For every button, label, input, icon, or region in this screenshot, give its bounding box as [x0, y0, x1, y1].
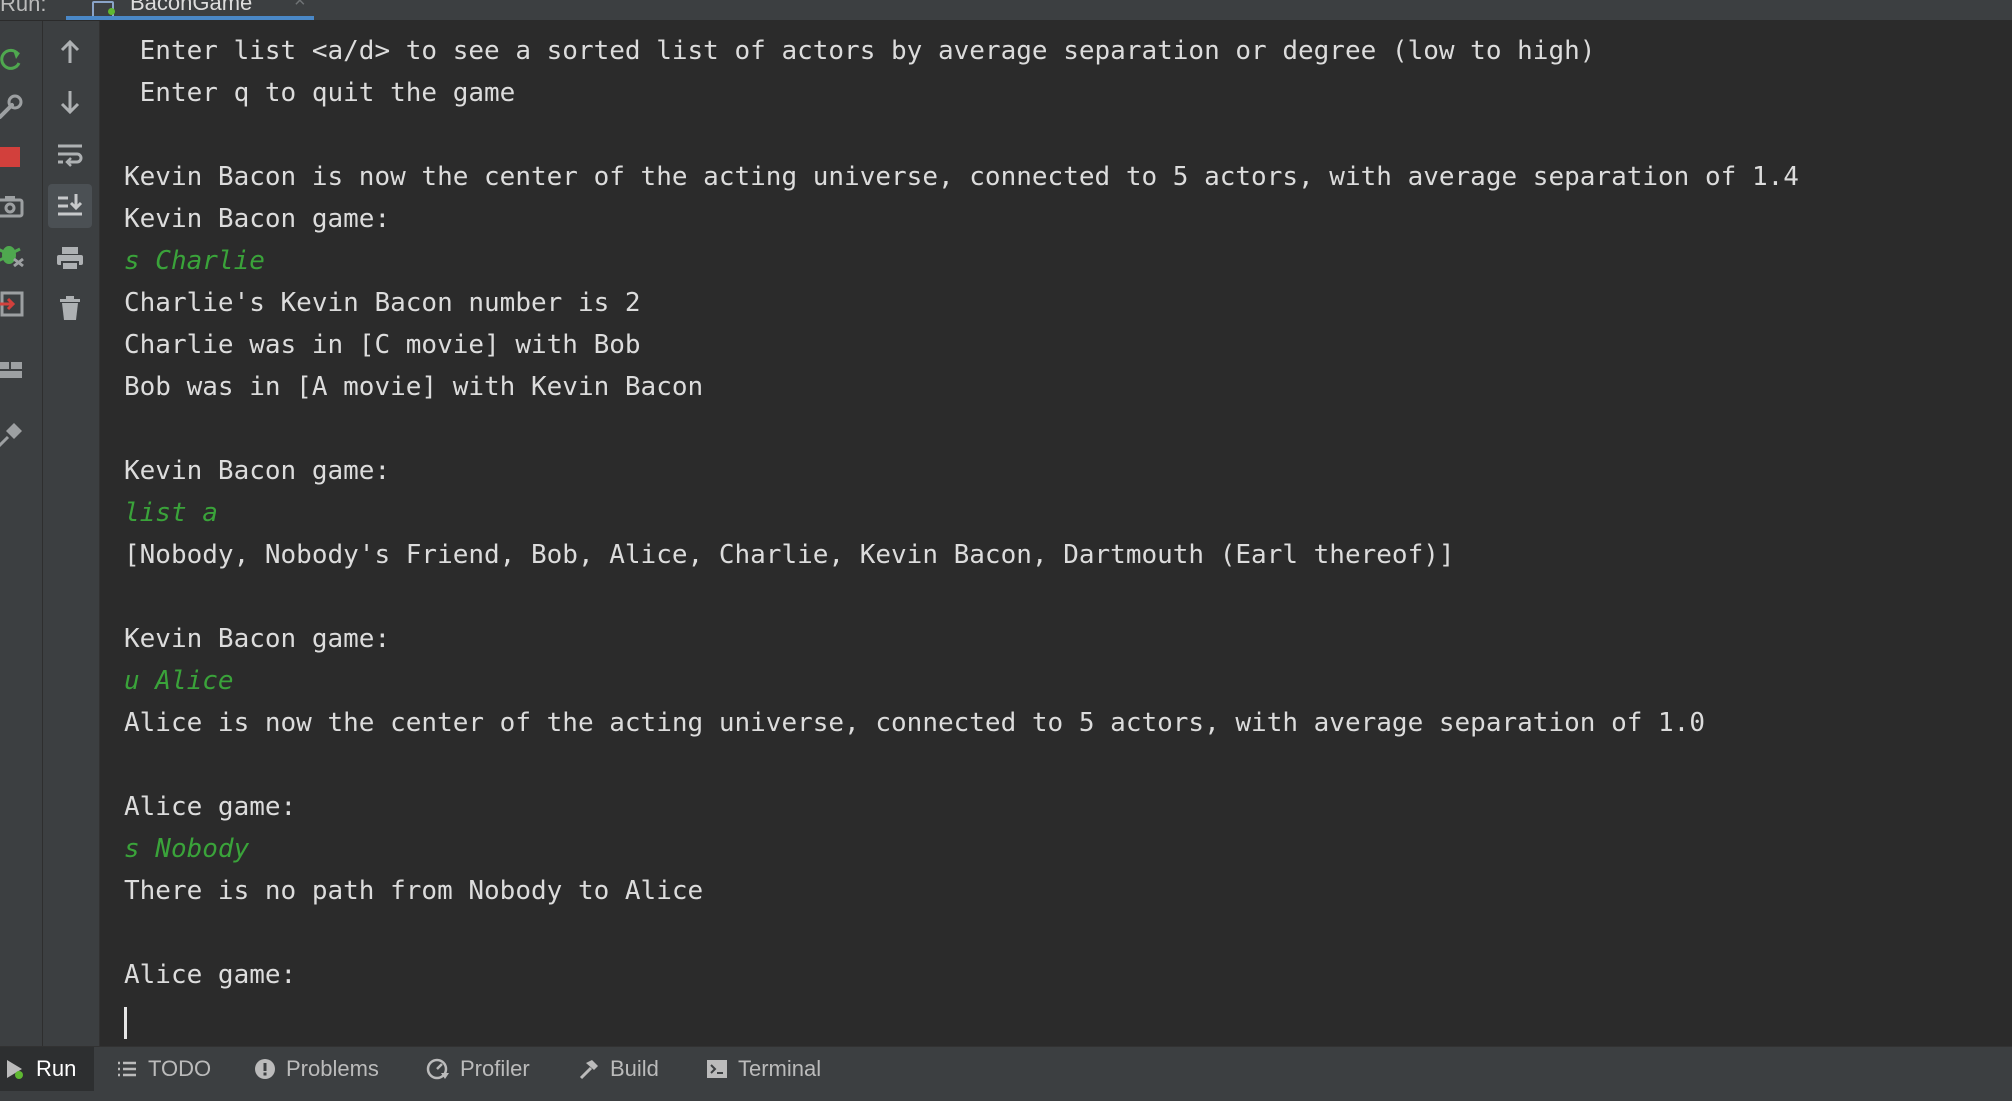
- console-toolbar: [43, 21, 100, 1046]
- hammer-icon: [578, 1058, 600, 1080]
- tool-window-problems[interactable]: Problems: [254, 1047, 379, 1091]
- print-icon[interactable]: [55, 243, 85, 273]
- terminal-icon: [706, 1058, 728, 1080]
- run-icon: [4, 1058, 26, 1080]
- tab-bacongame[interactable]: BaconGame ×: [66, 0, 314, 20]
- arrow-up-icon[interactable]: [55, 37, 85, 67]
- profiler-icon: [426, 1057, 450, 1081]
- tool-window-build-label: Build: [610, 1056, 659, 1081]
- console-input-line: s Nobody: [124, 834, 250, 864]
- console-output-line: Charlie's Kevin Bacon number is 2: [124, 288, 641, 318]
- debug-icon[interactable]: [0, 239, 26, 269]
- console-input-line: u Alice: [124, 666, 234, 696]
- scroll-to-end-icon[interactable]: [48, 184, 92, 228]
- console-output-line: Enter s <actor> to see how an actor can …: [124, 21, 1267, 25]
- pin-icon[interactable]: [0, 419, 26, 449]
- console-input-line: list a: [124, 498, 218, 528]
- problems-icon: [254, 1058, 276, 1080]
- console-output-line: Alice game:: [124, 792, 297, 822]
- console-output-line: Enter list <a/d> to see a sorted list of…: [124, 36, 1596, 66]
- tool-window-problems-label: Problems: [286, 1056, 379, 1081]
- arrow-down-icon[interactable]: [55, 87, 85, 117]
- console-input-line: s Charlie: [124, 246, 265, 276]
- stop-icon[interactable]: [0, 141, 26, 171]
- console-output-line: Alice is now the center of the acting un…: [124, 708, 1705, 738]
- console-output-line: [Nobody, Nobody's Friend, Bob, Alice, Ch…: [124, 540, 1455, 570]
- text-cursor: [124, 1007, 127, 1039]
- tool-window-todo-label: TODO: [148, 1056, 212, 1081]
- console-output-line: Charlie was in [C movie] with Bob: [124, 330, 641, 360]
- console-output-line: Kevin Bacon is now the center of the act…: [124, 162, 1799, 192]
- console-output-line: Alice game:: [124, 960, 297, 990]
- tool-window-bar: Run TODO Problems Profiler Build Termina…: [0, 1046, 2012, 1101]
- active-tab-indicator: [66, 16, 314, 20]
- console-output-line: Kevin Bacon game:: [124, 624, 391, 654]
- tool-window-terminal-label: Terminal: [738, 1056, 822, 1081]
- tab-label: BaconGame: [130, 0, 253, 15]
- list-icon: [116, 1058, 138, 1080]
- run-actions-gutter: [0, 21, 42, 1046]
- run-tool-window-header: Run: BaconGame ×: [0, 0, 2012, 21]
- console-output-line: There is no path from Nobody to Alice: [124, 876, 704, 906]
- soft-wrap-icon[interactable]: [55, 139, 85, 169]
- console-output-line: Bob was in [A movie] with Kevin Bacon: [124, 372, 704, 402]
- tool-window-build[interactable]: Build: [578, 1047, 659, 1091]
- trash-icon[interactable]: [55, 293, 85, 323]
- exit-icon[interactable]: [0, 289, 26, 319]
- camera-icon[interactable]: [0, 191, 26, 221]
- layout-icon[interactable]: [0, 355, 26, 385]
- close-icon[interactable]: ×: [294, 0, 306, 13]
- console-output-line: Kevin Bacon game:: [124, 204, 391, 234]
- running-indicator-icon: [108, 8, 115, 15]
- run-label: Run:: [0, 0, 47, 16]
- tool-window-profiler[interactable]: Profiler: [426, 1047, 530, 1091]
- tool-window-run-label: Run: [36, 1056, 77, 1081]
- tool-window-terminal[interactable]: Terminal: [706, 1047, 821, 1091]
- wrench-icon[interactable]: [0, 91, 26, 121]
- tool-window-run[interactable]: Run: [0, 1047, 95, 1091]
- tool-window-profiler-label: Profiler: [460, 1056, 530, 1081]
- rerun-icon[interactable]: [0, 45, 26, 75]
- console-output-line: Kevin Bacon game:: [124, 456, 391, 486]
- console-output-line: Enter q to quit the game: [124, 78, 516, 108]
- console-output[interactable]: Enter s <actor> to see how an actor can …: [100, 21, 2012, 1046]
- tool-window-todo[interactable]: TODO: [116, 1047, 211, 1091]
